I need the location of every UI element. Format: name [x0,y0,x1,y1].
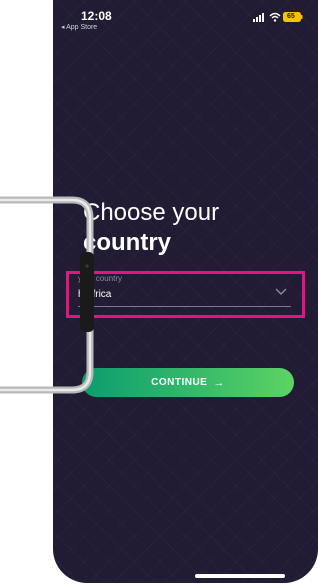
status-time: 12:08 [81,9,112,23]
continue-button[interactable]: CONTINUE → [82,368,294,397]
highlight-box [66,271,305,318]
phone-frame-overlay [0,196,94,394]
back-to-app-link[interactable]: ◂ App Store [61,23,97,31]
headline-title-line1: Choose your [83,199,220,226]
status-bar: 12:08 ◂ App Store 65 [53,0,318,34]
wifi-icon [269,12,281,22]
continue-button-label: CONTINUE [151,377,208,388]
signal-icon [253,13,264,22]
arrow-right-icon: → [213,376,225,389]
home-indicator [195,574,285,578]
battery-level: 65 [287,13,295,20]
